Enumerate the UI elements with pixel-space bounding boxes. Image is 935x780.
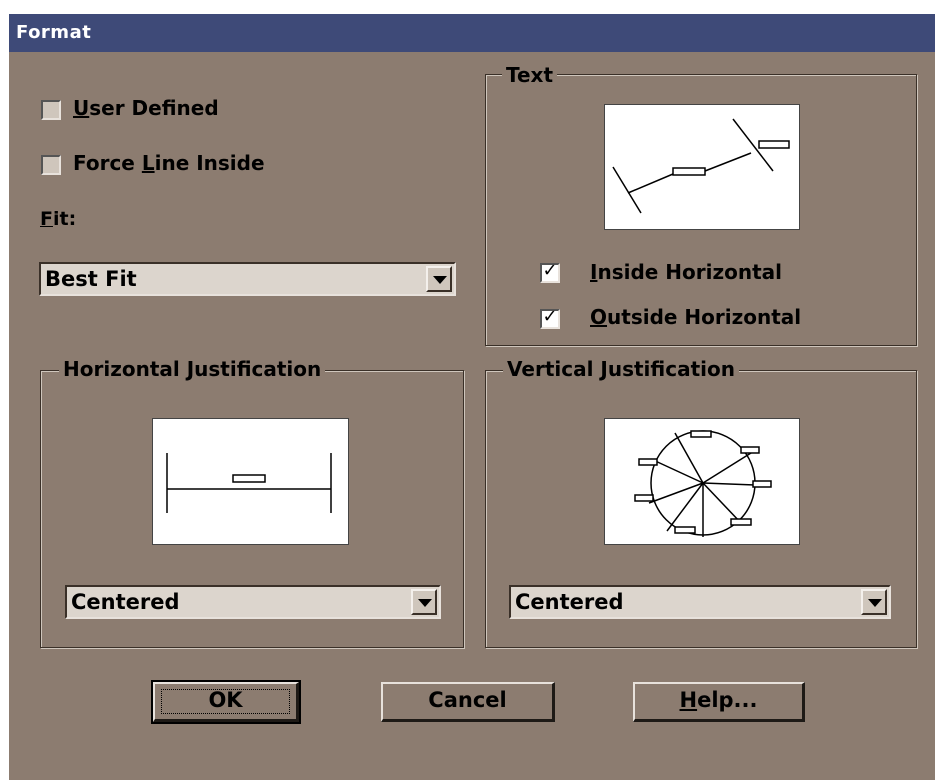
horizontal-preview <box>152 418 349 545</box>
text-preview <box>604 104 800 230</box>
horizontal-justification-value: Centered <box>71 590 180 614</box>
fit-dropdown-arrow-icon[interactable] <box>426 266 452 292</box>
text-diagram-icon <box>612 118 790 214</box>
checkmark-icon: ✓ <box>542 306 558 327</box>
horizontal-justification-select[interactable]: Centered <box>65 585 441 619</box>
user-defined-checkbox[interactable] <box>41 100 61 120</box>
vertical-justification-select[interactable]: Centered <box>509 585 891 619</box>
force-line-inside-checkbox[interactable] <box>41 155 61 175</box>
vertical-dropdown-arrow-icon[interactable] <box>861 589 887 615</box>
horizontal-justification-diagram-icon <box>166 453 332 513</box>
inside-horizontal-label[interactable]: Inside Horizontal <box>590 260 782 284</box>
vertical-justification-diagram-icon <box>634 430 772 537</box>
outside-horizontal-label[interactable]: Outside Horizontal <box>590 305 801 329</box>
vertical-preview <box>604 418 800 545</box>
user-defined-label[interactable]: User Defined <box>73 96 219 120</box>
cancel-button[interactable]: Cancel <box>381 682 555 722</box>
title-bar: Format <box>9 14 935 52</box>
horizontal-justification-title: Horizontal Justification <box>59 358 326 380</box>
outside-horizontal-checkbox[interactable]: ✓ <box>540 306 560 329</box>
fit-select[interactable]: Best Fit <box>39 262 456 296</box>
window-title: Format <box>16 22 92 43</box>
vertical-justification-title: Vertical Justification <box>503 358 739 380</box>
help-button[interactable]: Help... <box>633 682 805 722</box>
ok-button[interactable]: OK <box>151 680 301 724</box>
inside-horizontal-checkbox[interactable]: ✓ <box>540 260 560 283</box>
fit-label: Fit: <box>40 208 77 230</box>
force-line-inside-label[interactable]: Force Line Inside <box>73 151 265 175</box>
fit-select-value: Best Fit <box>45 267 137 291</box>
horizontal-dropdown-arrow-icon[interactable] <box>411 589 437 615</box>
checkmark-icon: ✓ <box>542 260 558 281</box>
vertical-justification-value: Centered <box>515 590 624 614</box>
focus-rectangle <box>161 689 290 714</box>
format-dialog: Format User Defined Force Line Inside Fi… <box>9 14 935 780</box>
text-group-title: Text <box>502 64 558 86</box>
